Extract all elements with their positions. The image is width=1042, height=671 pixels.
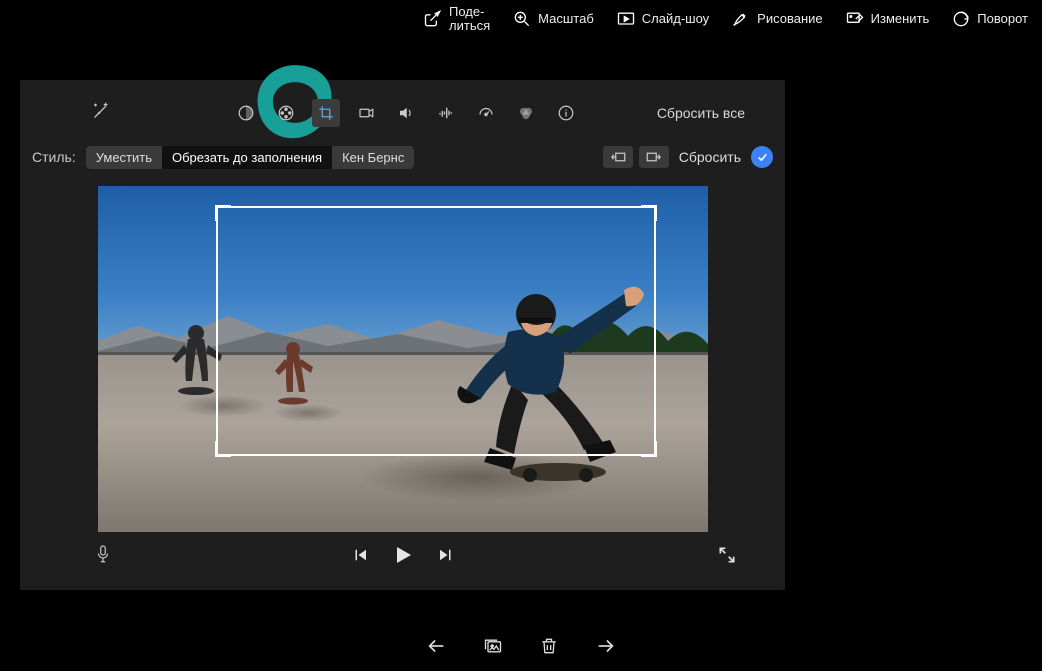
share-icon xyxy=(423,9,443,29)
edit-label: Изменить xyxy=(871,12,930,26)
crop-fill-button[interactable]: Обрезать до заполнения xyxy=(162,146,332,169)
slideshow-label: Слайд-шоу xyxy=(642,12,709,26)
adjustment-tools xyxy=(232,99,580,127)
crop-icon[interactable] xyxy=(312,99,340,127)
zoom-button[interactable]: Масштаб xyxy=(512,9,594,29)
apply-button[interactable] xyxy=(751,146,773,168)
slideshow-button[interactable]: Слайд-шоу xyxy=(616,9,709,29)
next-button[interactable] xyxy=(437,546,455,569)
nav-next-button[interactable] xyxy=(595,635,617,662)
top-menu: Поде- литься Масштаб Слайд-шоу Рисование… xyxy=(0,0,1042,38)
noise-reduction-icon[interactable] xyxy=(432,99,460,127)
nav-prev-button[interactable] xyxy=(425,635,447,662)
color-balance-icon[interactable] xyxy=(232,99,260,127)
play-controls xyxy=(351,543,455,572)
draw-button[interactable]: Рисование xyxy=(731,9,822,29)
share-label: Поде- литься xyxy=(449,5,490,34)
info-icon[interactable] xyxy=(552,99,580,127)
prev-button[interactable] xyxy=(351,546,369,569)
crop-handle-br[interactable] xyxy=(641,441,657,457)
bottom-nav xyxy=(0,625,1042,671)
style-label: Стиль: xyxy=(32,149,76,165)
magic-wand-icon[interactable] xyxy=(90,100,112,127)
share-button[interactable]: Поде- литься xyxy=(423,5,490,34)
editor-panel: Сбросить все Стиль: Уместить Обрезать до… xyxy=(20,80,785,590)
edit-button[interactable]: Изменить xyxy=(845,9,930,29)
add-to-album-button[interactable] xyxy=(483,636,503,661)
draw-icon xyxy=(731,9,751,29)
rotate-label: Поворот xyxy=(977,12,1028,26)
tool-row: Сбросить все xyxy=(20,98,785,128)
rotate-reset-group: Сбросить xyxy=(603,146,773,168)
style-row: Стиль: Уместить Обрезать до заполнения К… xyxy=(20,142,785,172)
playback-bar xyxy=(20,542,785,572)
crop-handle-bl[interactable] xyxy=(215,441,231,457)
voiceover-button[interactable] xyxy=(94,543,112,572)
zoom-label: Масштаб xyxy=(538,12,594,26)
volume-icon[interactable] xyxy=(392,99,420,127)
fit-button[interactable]: Уместить xyxy=(86,146,162,169)
crop-mode-segmented: Уместить Обрезать до заполнения Кен Берн… xyxy=(86,146,415,169)
fullscreen-button[interactable] xyxy=(717,545,737,570)
rotate-ccw-button[interactable] xyxy=(603,146,633,168)
reset-all-button[interactable]: Сбросить все xyxy=(657,105,745,121)
rotate-icon xyxy=(951,9,971,29)
edit-icon xyxy=(845,9,865,29)
play-button[interactable] xyxy=(391,543,415,572)
video-preview[interactable] xyxy=(98,186,708,532)
rotate-button[interactable]: Поворот xyxy=(951,9,1028,29)
speed-icon[interactable] xyxy=(472,99,500,127)
slideshow-icon xyxy=(616,9,636,29)
stabilization-icon[interactable] xyxy=(352,99,380,127)
rotate-cw-button[interactable] xyxy=(639,146,669,168)
reset-crop-button[interactable]: Сбросить xyxy=(679,149,741,165)
draw-label: Рисование xyxy=(757,12,822,26)
crop-handle-tl[interactable] xyxy=(215,205,231,221)
ken-burns-button[interactable]: Кен Бернс xyxy=(332,146,414,169)
zoom-icon xyxy=(512,9,532,29)
delete-button[interactable] xyxy=(539,636,559,661)
crop-frame[interactable] xyxy=(216,206,656,456)
crop-handle-tr[interactable] xyxy=(641,205,657,221)
color-correction-icon[interactable] xyxy=(272,99,300,127)
color-filter-icon[interactable] xyxy=(512,99,540,127)
